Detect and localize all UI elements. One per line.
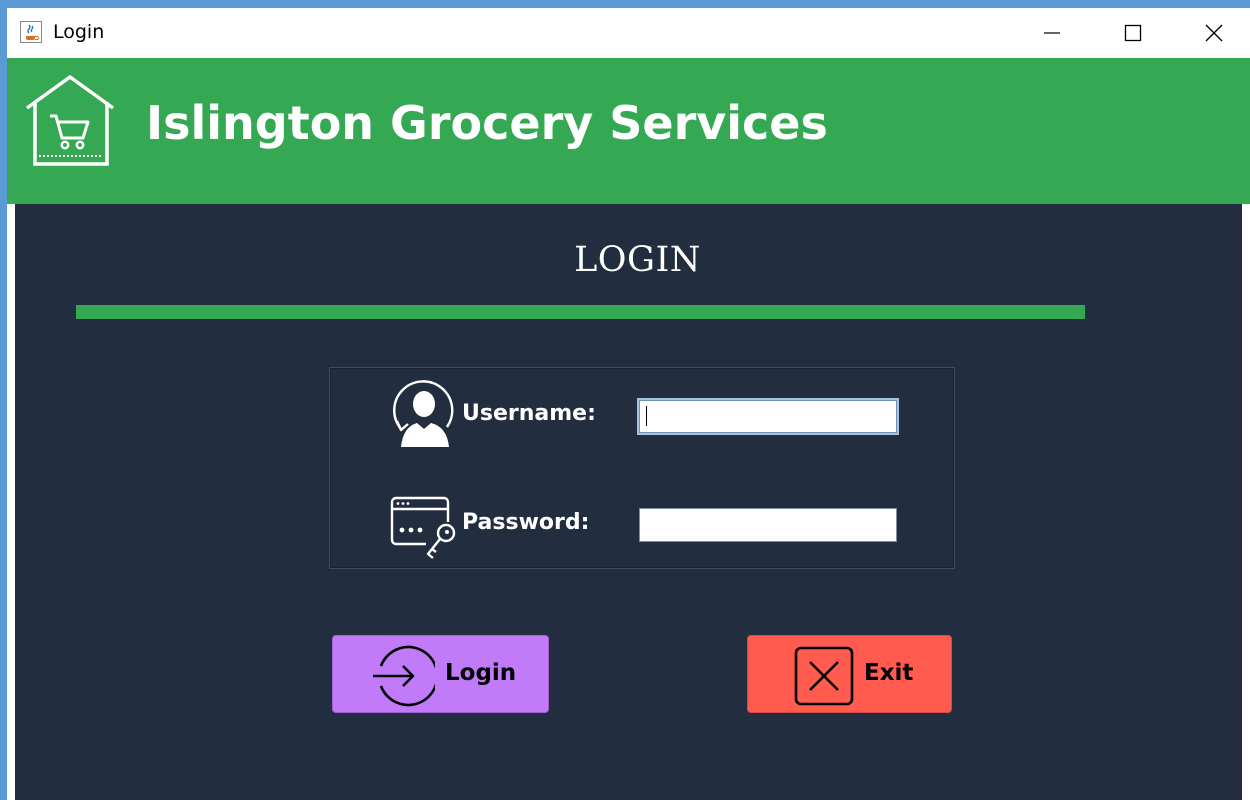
password-key-icon — [390, 496, 458, 560]
credentials-form: Username: Password: — [329, 367, 955, 569]
java-app-icon — [20, 21, 42, 43]
login-panel: LOGIN Username: Password: Login Exit — [15, 204, 1242, 800]
login-heading: LOGIN — [574, 240, 701, 280]
login-window: Login Islington Grocery Services LOGIN U… — [7, 8, 1250, 800]
app-title: Islington Grocery Services — [146, 96, 828, 150]
user-icon — [393, 380, 454, 447]
maximize-button[interactable] — [1093, 8, 1173, 58]
username-label: Username: — [462, 401, 596, 426]
username-input[interactable] — [637, 398, 899, 435]
exit-button-label: Exit — [864, 660, 914, 686]
sign-in-icon — [373, 645, 435, 707]
close-icon — [1205, 24, 1223, 42]
close-button[interactable] — [1174, 8, 1250, 58]
close-box-icon — [794, 646, 854, 706]
maximize-icon — [1124, 24, 1142, 42]
login-button[interactable]: Login — [332, 635, 549, 713]
password-input[interactable] — [639, 508, 897, 542]
login-button-label: Login — [445, 660, 517, 686]
grocery-cart-house-icon — [25, 75, 115, 166]
text-cursor — [646, 406, 647, 426]
window-content: Islington Grocery Services LOGIN Usernam… — [7, 58, 1250, 800]
exit-button[interactable]: Exit — [747, 635, 952, 713]
title-bar[interactable]: Login — [7, 8, 1250, 58]
minimize-icon — [1044, 32, 1060, 34]
heading-divider — [76, 305, 1085, 319]
minimize-button[interactable] — [1012, 8, 1092, 58]
password-label: Password: — [462, 510, 590, 535]
window-title: Login — [53, 21, 105, 43]
app-header: Islington Grocery Services — [7, 58, 1250, 204]
